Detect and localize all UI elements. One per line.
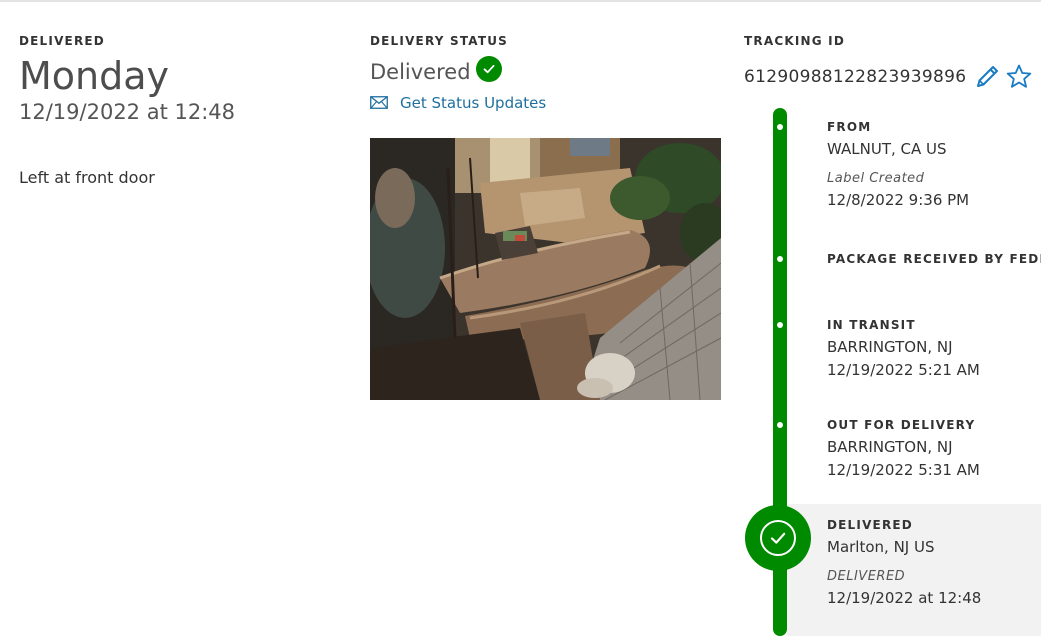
top-divider — [0, 0, 1041, 2]
tracking-id-eyebrow: TRACKING ID — [744, 34, 845, 48]
envelope-icon — [370, 94, 388, 113]
delivery-status-section: DELIVERY STATUS Delivered Get Status Upd… — [370, 34, 722, 400]
event-heading: DELIVERED — [827, 518, 913, 532]
get-status-updates-label: Get Status Updates — [400, 94, 547, 112]
star-icon[interactable] — [1004, 62, 1034, 92]
tracking-section: TRACKING ID 61290988122823939896 — [744, 34, 1041, 92]
pencil-icon[interactable] — [972, 62, 1002, 92]
delivery-status-eyebrow: DELIVERY STATUS — [370, 34, 509, 48]
timeline-dot — [777, 422, 783, 428]
timeline-dot — [777, 256, 783, 262]
status-text: Delivered — [370, 60, 471, 84]
event-heading: OUT FOR DELIVERY — [827, 418, 976, 432]
event-subtitle: DELIVERED — [827, 569, 906, 584]
event-location: BARRINGTON, NJ — [827, 338, 953, 356]
event-heading: FROM — [827, 120, 872, 134]
event-location: WALNUT, CA US — [827, 140, 947, 158]
timeline-event-delivered: DELIVERED Marlton, NJ US DELIVERED 12/19… — [827, 518, 1041, 607]
timeline-event-received: PACKAGE RECEIVED BY FEDEX — [827, 252, 1041, 266]
status-row: Delivered — [370, 56, 722, 87]
delivered-summary: DELIVERED Monday 12/19/2022 at 12:48 Lef… — [19, 34, 339, 187]
delivery-day: Monday — [19, 54, 170, 98]
delivery-photo[interactable] — [370, 138, 721, 400]
event-location: Marlton, NJ US — [827, 538, 935, 556]
timeline-event-in-transit: IN TRANSIT BARRINGTON, NJ 12/19/2022 5:2… — [827, 318, 1041, 379]
get-status-updates-link[interactable]: Get Status Updates — [370, 93, 722, 113]
timeline-dot — [777, 124, 783, 130]
delivered-eyebrow: DELIVERED — [19, 34, 105, 48]
delivery-datetime: 12/19/2022 at 12:48 — [19, 100, 236, 124]
tracking-number: 61290988122823939896 — [744, 67, 967, 87]
event-location: BARRINGTON, NJ — [827, 438, 953, 456]
event-heading: IN TRANSIT — [827, 318, 916, 332]
check-circle-icon — [475, 56, 502, 82]
timeline-event-out-for-delivery: OUT FOR DELIVERY BARRINGTON, NJ 12/19/20… — [827, 418, 1041, 479]
event-time: 12/8/2022 9:36 PM — [827, 191, 970, 209]
timeline-event-from: FROM WALNUT, CA US Label Created 12/8/20… — [827, 120, 1041, 209]
event-time: 12/19/2022 5:31 AM — [827, 461, 980, 479]
event-time: 12/19/2022 at 12:48 — [827, 589, 982, 607]
delivery-photo-image — [370, 138, 721, 400]
event-time: 12/19/2022 5:21 AM — [827, 361, 980, 379]
event-subtitle: Label Created — [827, 171, 925, 186]
event-heading: PACKAGE RECEIVED BY FEDEX — [827, 252, 1041, 266]
timeline-dot — [777, 322, 783, 328]
delivery-note: Left at front door — [19, 168, 155, 187]
tracking-row: 61290988122823939896 — [744, 62, 1041, 92]
delivered-check-icon — [745, 505, 811, 571]
